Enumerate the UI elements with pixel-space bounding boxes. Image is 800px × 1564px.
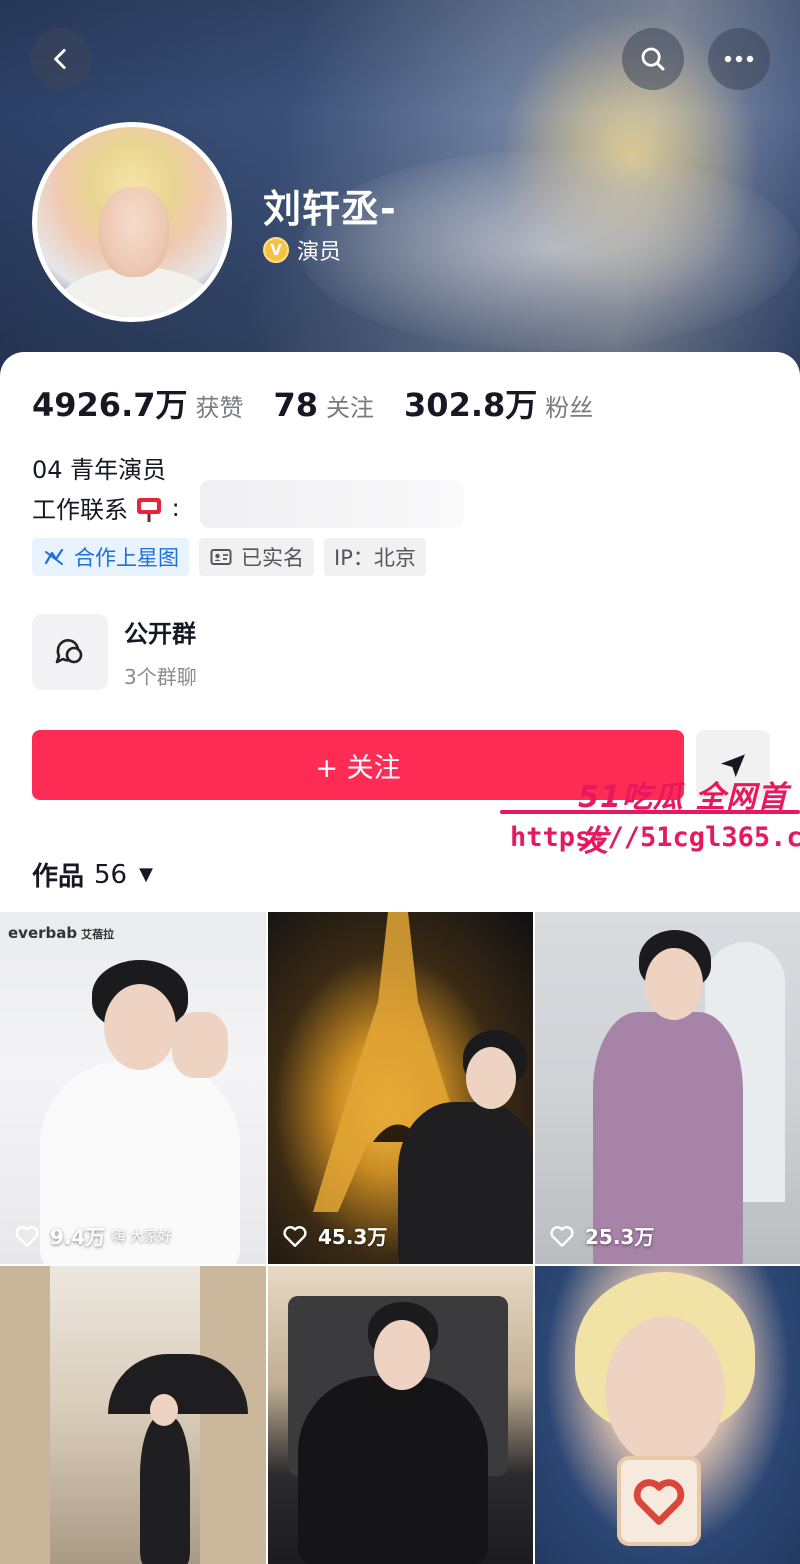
video-tile[interactable] <box>0 1266 266 1564</box>
heart-icon <box>283 1225 307 1247</box>
tile-hand <box>172 1012 228 1078</box>
brand-name: everbab <box>8 924 78 942</box>
stat-followers[interactable]: 302.8万 粉丝 <box>404 380 593 426</box>
search-icon <box>641 47 665 71</box>
role-label: 演员 <box>297 240 342 265</box>
group-title: 公开群 <box>124 620 196 648</box>
video-tile[interactable] <box>268 1266 533 1564</box>
tag-ip: IP：北京 <box>324 538 426 576</box>
stat-label: 获赞 <box>195 394 244 422</box>
tag-label: 已实名 <box>241 546 304 570</box>
more-dots-icon <box>724 55 754 63</box>
bio-contact: 工作联系 : <box>32 490 180 525</box>
colon: : <box>164 493 180 522</box>
tile-building <box>200 1266 266 1564</box>
stat-likes: 4926.7万 获赞 <box>32 380 244 426</box>
back-button[interactable] <box>30 28 92 90</box>
more-button[interactable] <box>708 28 770 90</box>
like-value: 25.3万 <box>585 1225 655 1249</box>
blurred-contact <box>200 480 464 528</box>
like-count: 9.4万嗨 大家好 <box>14 1221 172 1250</box>
tag-verified-name[interactable]: 已实名 <box>199 538 314 576</box>
tile-building <box>0 1266 50 1564</box>
stats-row: 4926.7万 获赞 78 关注 302.8万 粉丝 <box>32 380 623 426</box>
brand-name-cn: 艾蓓拉 <box>81 928 115 941</box>
brand-logo: everbab 艾蓓拉 <box>8 924 114 942</box>
avatar[interactable] <box>32 122 232 322</box>
verified-role: V 演员 <box>263 234 341 266</box>
group-icon-box <box>32 614 108 690</box>
like-count: 25.3万 <box>549 1221 654 1250</box>
heart-icon <box>633 1479 685 1525</box>
works-tab[interactable]: 作品 56 ▼ <box>32 856 153 893</box>
id-card-icon <box>210 549 232 565</box>
stat-label: 关注 <box>326 394 375 422</box>
tile-figure <box>398 1102 533 1264</box>
tile-caption: 嗨 大家好 <box>111 1228 172 1245</box>
profile-card: 4926.7万 获赞 78 关注 302.8万 粉丝 04 青年演员 工作联系 … <box>0 352 800 912</box>
tag-label: 合作上星图 <box>74 546 179 570</box>
star-map-icon <box>44 548 64 565</box>
tag-star-map[interactable]: 合作上星图 <box>32 538 189 576</box>
like-value: 45.3万 <box>318 1225 388 1249</box>
stat-value: 4926.7万 <box>32 386 188 424</box>
tile-figure <box>140 1416 190 1564</box>
works-title: 作品 <box>32 862 85 892</box>
stat-following[interactable]: 78 关注 <box>274 386 375 424</box>
profile-name: 刘轩丞- <box>263 187 397 231</box>
like-count: 45.3万 <box>282 1221 387 1250</box>
video-tile[interactable] <box>535 1266 800 1564</box>
tile-face <box>150 1394 178 1426</box>
works-count: 56 <box>94 859 128 890</box>
avatar-face <box>99 187 169 277</box>
stat-value: 78 <box>273 386 319 424</box>
search-button[interactable] <box>622 28 684 90</box>
chevron-left-icon <box>54 48 66 70</box>
public-group-entry[interactable]: 公开群 3个群聊 <box>32 614 197 690</box>
bio-line: 04 青年演员 <box>32 456 167 484</box>
video-tile[interactable]: 45.3万 <box>268 912 533 1264</box>
tile-face <box>645 948 703 1020</box>
video-tile[interactable]: everbab 艾蓓拉 9.4万嗨 大家好 <box>0 912 266 1264</box>
tile-face <box>466 1047 516 1109</box>
tag-label: IP：北京 <box>334 546 416 570</box>
heart-icon <box>550 1225 574 1247</box>
tile-face <box>605 1316 725 1466</box>
toast-heart-shape <box>617 1456 701 1546</box>
mailbox-icon <box>134 493 164 523</box>
caret-down-icon: ▼ <box>139 864 153 885</box>
watermark-url: https://51cgl365.com <box>510 822 800 853</box>
watermark-line <box>500 810 800 814</box>
tag-row: 合作上星图 已实名 IP：北京 <box>32 538 426 576</box>
group-subtitle: 3个群聊 <box>124 665 197 689</box>
verified-badge-icon: V <box>263 237 289 263</box>
video-tile[interactable]: 25.3万 <box>535 912 800 1264</box>
heart-icon <box>15 1225 39 1247</box>
bio-contact-label: 工作联系 <box>32 496 128 524</box>
tile-figure <box>298 1376 488 1564</box>
tile-face <box>374 1320 430 1390</box>
stat-value: 302.8万 <box>404 386 538 424</box>
stat-label: 粉丝 <box>545 394 594 422</box>
group-text: 公开群 3个群聊 <box>124 614 197 690</box>
tile-face <box>104 984 176 1070</box>
like-value: 9.4万 <box>50 1225 106 1249</box>
chat-bubbles-icon <box>55 639 83 664</box>
works-grid: everbab 艾蓓拉 9.4万嗨 大家好 45.3万 25.3万 <box>0 912 800 1564</box>
profile-banner: 刘轩丞- V 演员 <box>0 0 800 380</box>
